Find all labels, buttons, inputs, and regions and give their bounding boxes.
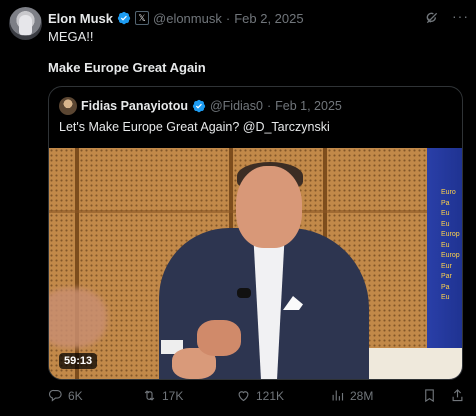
more-icon[interactable]: ···	[452, 9, 468, 25]
quoted-post-header: Fidias Panayiotou @Fidias0 · Feb 1, 2025	[59, 97, 342, 115]
reply-count: 6K	[68, 388, 83, 403]
video-duration-badge: 59:13	[59, 353, 98, 369]
bookmark-icon	[425, 389, 434, 403]
verified-badge-icon	[192, 99, 206, 113]
author-avatar[interactable]	[9, 7, 42, 40]
reply-button[interactable]: 6K	[48, 388, 83, 403]
author-handle[interactable]: @elonmusk	[153, 11, 222, 26]
post-text-line-1: MEGA!!	[48, 29, 94, 44]
verified-badge-icon	[117, 11, 131, 25]
action-bar: 6K 17K 121K 28M	[48, 388, 468, 406]
quoted-post-date[interactable]: Feb 1, 2025	[275, 99, 342, 113]
quoted-post-card[interactable]: Fidias Panayiotou @Fidias0 · Feb 1, 2025…	[48, 86, 463, 380]
face	[236, 166, 302, 248]
share-icon	[452, 389, 463, 402]
author-name[interactable]: Elon Musk	[48, 11, 113, 26]
retweet-button[interactable]: 17K	[142, 388, 183, 403]
tweet-header: Elon Musk 𝕏 @elonmusk · Feb 2, 2025	[48, 9, 304, 27]
quoted-author-name[interactable]: Fidias Panayiotou	[81, 99, 188, 113]
separator-dot: ·	[266, 99, 272, 113]
video-player[interactable]: Euro Pa Eu Eu Europ Eu Europ Eur Par Pa …	[49, 148, 462, 379]
views-button[interactable]: 28M	[330, 388, 373, 403]
like-count: 121K	[256, 388, 285, 403]
views-count: 28M	[350, 388, 374, 403]
reply-icon	[48, 389, 62, 402]
mention-link[interactable]: @D_Tarczynski	[243, 120, 330, 134]
quoted-text-body: Let's Make Europe Great Again?	[59, 120, 243, 134]
post-date[interactable]: Feb 2, 2025	[234, 11, 303, 26]
like-button[interactable]: 121K	[236, 388, 284, 403]
bookmark-button[interactable]	[422, 388, 437, 403]
x-affiliate-icon: 𝕏	[135, 11, 150, 25]
post-text-line-2: Make Europe Great Again	[48, 60, 206, 75]
share-button[interactable]	[450, 388, 465, 403]
quoted-author-handle[interactable]: @Fidias0	[210, 99, 263, 113]
quoted-post-text: Let's Make Europe Great Again? @D_Tarczy…	[59, 120, 330, 134]
views-icon	[332, 390, 344, 401]
hand	[197, 320, 241, 356]
grok-icon[interactable]	[424, 10, 440, 26]
foreground-hand	[49, 288, 107, 348]
separator-dot: ·	[225, 10, 231, 26]
like-icon	[238, 391, 249, 402]
tweet[interactable]: Elon Musk 𝕏 @elonmusk · Feb 2, 2025 ··· …	[0, 0, 476, 416]
lapel-mic	[237, 288, 251, 298]
video-subject	[49, 148, 462, 379]
retweet-count: 17K	[162, 388, 184, 403]
retweet-icon	[144, 390, 155, 401]
quoted-author-avatar[interactable]	[59, 97, 77, 115]
